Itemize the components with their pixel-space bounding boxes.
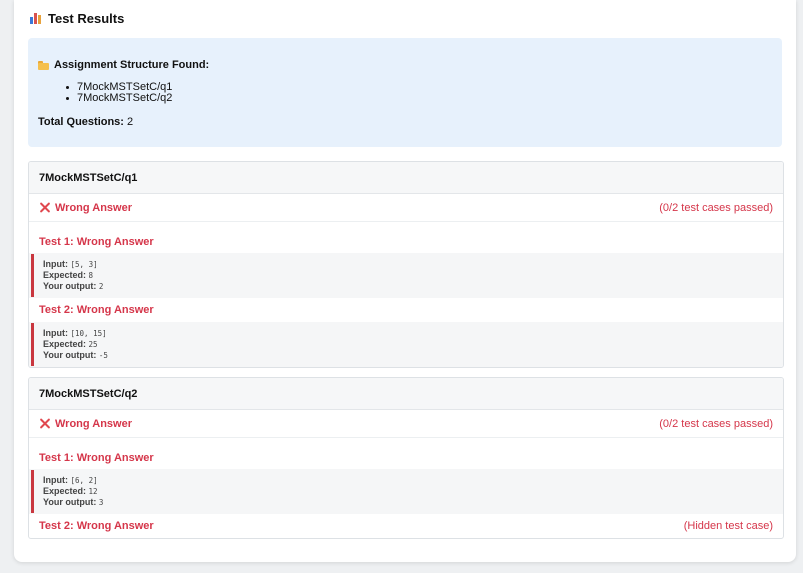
input-value: [5, 3]: [70, 260, 98, 269]
expected-value: 25: [88, 340, 98, 349]
cross-icon: [39, 418, 50, 429]
expected-value: 12: [88, 487, 98, 496]
status-badge: Wrong Answer: [39, 418, 132, 430]
output-value: 2: [98, 282, 104, 291]
results-header: Test Results: [30, 10, 124, 26]
output-label: Your output:: [43, 497, 97, 507]
test-input: Input: [6, 2]: [43, 475, 783, 486]
question-card-q2: 7MockMSTSetC/q2 Wrong Answer (0/2 test c…: [28, 377, 784, 539]
test-title: Test 2: Wrong Answer: [29, 298, 783, 322]
list-item: 7MockMSTSetC/q2: [66, 93, 172, 104]
test-details: Input: [6, 2] Expected: 12 Your output: …: [29, 469, 783, 514]
output-value: -5: [98, 351, 108, 360]
test-title-text: Test 1: Wrong Answer: [39, 452, 154, 464]
question-status-row: Wrong Answer (0/2 test cases passed): [29, 410, 783, 438]
total-questions-value: 2: [127, 116, 134, 128]
total-questions: Total Questions: 2: [38, 116, 133, 128]
test-output: Your output: 3: [43, 497, 783, 508]
input-value: [6, 2]: [70, 476, 98, 485]
test-expected: Expected: 25: [43, 339, 783, 350]
structure-list: 7MockMSTSetC/q1 7MockMSTSetC/q2: [66, 82, 172, 104]
test-expected: Expected: 12: [43, 486, 783, 497]
question-card-q1: 7MockMSTSetC/q1 Wrong Answer (0/2 test c…: [28, 161, 784, 368]
input-label: Input:: [43, 259, 68, 269]
pass-summary: (0/2 test cases passed): [659, 201, 773, 214]
output-value: 3: [98, 498, 104, 507]
status-text: Wrong Answer: [55, 201, 133, 214]
folder-icon: [38, 60, 49, 70]
assignment-structure-box: Assignment Structure Found: 7MockMSTSetC…: [28, 38, 782, 147]
test-title-text: Test 1: Wrong Answer: [39, 236, 154, 248]
test-expected: Expected: 8: [43, 270, 783, 281]
test-input: Input: [10, 15]: [43, 328, 783, 339]
test-details: Input: [10, 15] Expected: 25 Your output…: [29, 322, 783, 367]
structure-heading: Assignment Structure Found:: [38, 59, 209, 71]
test-title: Test 2: Wrong Answer (Hidden test case): [29, 514, 783, 538]
question-title: 7MockMSTSetC/q2: [29, 378, 783, 410]
expected-label: Expected:: [43, 270, 87, 280]
test-title-text: Test 2: Wrong Answer: [39, 520, 154, 532]
expected-value: 8: [88, 271, 94, 280]
test-title: Test 1: Wrong Answer: [29, 231, 783, 253]
input-label: Input:: [43, 475, 68, 485]
results-panel: Test Results Assignment Structure Found:…: [14, 0, 796, 562]
input-value: [10, 15]: [70, 329, 107, 338]
bar-chart-icon: [30, 12, 42, 24]
pass-summary: (0/2 test cases passed): [659, 417, 773, 430]
page-title: Test Results: [48, 10, 125, 26]
expected-label: Expected:: [43, 486, 87, 496]
input-label: Input:: [43, 328, 68, 338]
structure-heading-text: Assignment Structure Found:: [54, 59, 210, 71]
test-input: Input: [5, 3]: [43, 259, 783, 270]
status-text: Wrong Answer: [55, 417, 133, 430]
hidden-test-note: (Hidden test case): [683, 520, 773, 532]
test-output: Your output: -5: [43, 350, 783, 361]
test-title: Test 1: Wrong Answer: [29, 447, 783, 469]
test-details: Input: [5, 3] Expected: 8 Your output: 2: [29, 253, 783, 298]
question-status-row: Wrong Answer (0/2 test cases passed): [29, 194, 783, 222]
test-output: Your output: 2: [43, 281, 783, 292]
total-questions-label: Total Questions:: [38, 116, 124, 128]
cross-icon: [39, 202, 50, 213]
output-label: Your output:: [43, 350, 97, 360]
question-title: 7MockMSTSetC/q1: [29, 162, 783, 194]
test-title-text: Test 2: Wrong Answer: [39, 304, 154, 316]
expected-label: Expected:: [43, 339, 87, 349]
status-badge: Wrong Answer: [39, 202, 132, 214]
output-label: Your output:: [43, 281, 97, 291]
